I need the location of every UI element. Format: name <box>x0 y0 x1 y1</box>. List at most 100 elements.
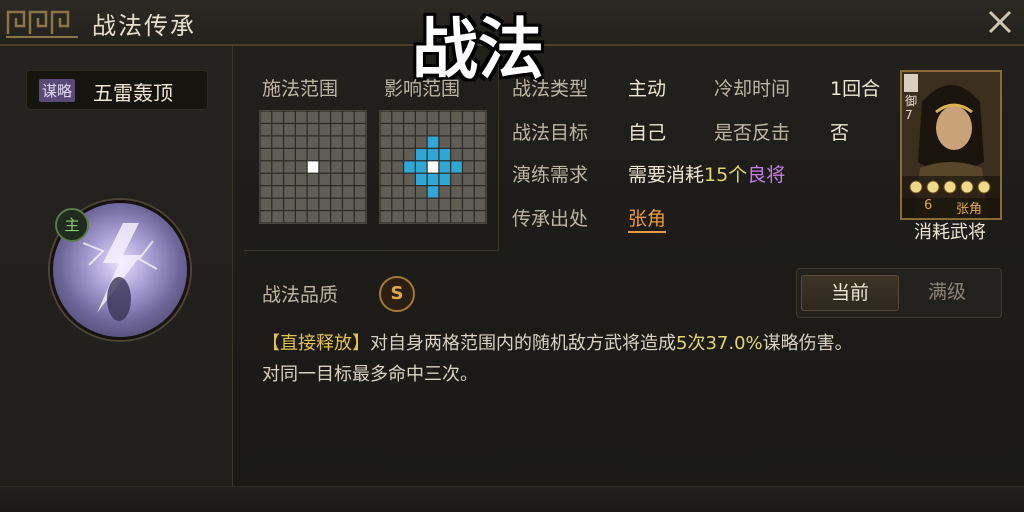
grid-cell <box>380 124 392 136</box>
grid-cell <box>284 173 295 186</box>
grid-cell <box>415 161 427 173</box>
grid-cell <box>404 161 415 173</box>
current-level-tab[interactable]: 当前 <box>801 275 899 311</box>
grid-cell <box>331 186 342 198</box>
grid-cell <box>260 198 272 210</box>
grid-cell <box>392 148 403 161</box>
grid-cell <box>427 111 439 123</box>
grid-cell <box>331 211 342 223</box>
grid-cell <box>331 198 342 210</box>
grid-cell <box>392 173 403 186</box>
grid-cell <box>319 198 331 210</box>
grid-cell <box>463 186 474 198</box>
description-tag: 【直接释放】 <box>262 333 370 354</box>
grid-cell <box>474 148 486 161</box>
grid-cell <box>272 173 283 186</box>
grid-cell <box>284 186 295 198</box>
star-icon <box>926 180 940 194</box>
grid-cell <box>295 136 307 148</box>
grid-cell <box>343 161 354 173</box>
grid-cell <box>307 136 319 148</box>
grid-cell <box>463 124 474 136</box>
grid-cell <box>427 148 439 161</box>
grid-cell <box>380 148 392 161</box>
description-line2: 对同一目标最多命中三次。 <box>262 364 478 385</box>
grid-cell <box>284 211 295 223</box>
grid-cell <box>415 186 427 198</box>
grid-cell <box>474 173 486 186</box>
skill-type-label: 战法类型 <box>512 78 589 100</box>
grid-cell <box>415 136 427 148</box>
grid-cell <box>463 211 474 223</box>
grid-cell <box>392 186 403 198</box>
grid-cell <box>284 124 295 136</box>
grid-cell <box>474 161 486 173</box>
source-label: 传承出处 <box>512 208 589 230</box>
grid-cell <box>307 148 319 161</box>
training-count: 15个 <box>704 164 748 186</box>
grid-cell <box>404 186 415 198</box>
grid-cell <box>295 161 307 173</box>
grid-cell <box>392 211 403 223</box>
ornament-icon <box>6 10 78 38</box>
grid-cell <box>474 198 486 210</box>
skill-type-tag: 谋略 <box>39 79 76 102</box>
grid-cell <box>260 186 272 198</box>
card-tag <box>904 74 918 92</box>
source-general-link[interactable]: 张角 <box>628 204 667 233</box>
grid-cell <box>354 173 366 186</box>
general-card[interactable]: 御7 6 张角 <box>900 70 1002 220</box>
grid-cell <box>272 148 283 161</box>
skill-type-value: 主动 <box>628 78 667 100</box>
grid-cell <box>272 198 283 210</box>
grid-cell <box>343 148 354 161</box>
grid-cell <box>415 211 427 223</box>
grid-cell <box>284 161 295 173</box>
grid-cell <box>295 148 307 161</box>
grid-cell <box>284 111 295 123</box>
skill-description: 【直接释放】对自身两格范围内的随机敌方武将造成5次37.0%谋略伤害。 对同一目… <box>262 328 1002 390</box>
grid-cell <box>284 148 295 161</box>
grid-cell <box>354 198 366 210</box>
grid-cell <box>404 173 415 186</box>
bottom-bar <box>0 486 1024 512</box>
grid-cell <box>295 173 307 186</box>
training-quality-link[interactable]: 良将 <box>747 164 785 186</box>
grid-cell <box>439 173 451 186</box>
training-requirement: 需要消耗15个良将 <box>628 160 785 187</box>
grid-cell <box>415 173 427 186</box>
close-icon[interactable] <box>984 6 1016 38</box>
grid-cell <box>272 186 283 198</box>
max-level-tab[interactable]: 满级 <box>899 275 995 309</box>
effect-range-label: 影响范围 <box>384 78 461 100</box>
grid-cell <box>463 161 474 173</box>
grid-cell <box>451 124 462 136</box>
counterattack-label: 是否反击 <box>714 122 791 144</box>
grid-cell <box>380 173 392 186</box>
grid-cell <box>331 148 342 161</box>
grid-cell <box>260 211 272 223</box>
grid-cell <box>260 124 272 136</box>
grid-cell <box>427 173 439 186</box>
grid-cell <box>354 136 366 148</box>
grid-cell <box>295 186 307 198</box>
grid-cell <box>319 211 331 223</box>
grid-cell <box>343 173 354 186</box>
grid-cell <box>415 124 427 136</box>
grid-cell <box>354 161 366 173</box>
grid-cell <box>272 124 283 136</box>
grid-cell <box>463 136 474 148</box>
grid-cell <box>343 136 354 148</box>
grid-cell <box>439 186 451 198</box>
grid-cell <box>427 211 439 223</box>
grid-cell <box>272 111 283 123</box>
window-title: 战法传承 <box>92 12 196 40</box>
grid-cell <box>331 111 342 123</box>
grid-cell <box>474 211 486 223</box>
grid-cell <box>380 198 392 210</box>
grid-cell <box>415 198 427 210</box>
grid-cell <box>272 136 283 148</box>
grid-cell <box>392 111 403 123</box>
training-label: 演练需求 <box>512 164 589 186</box>
quality-grade-badge: S <box>379 276 415 312</box>
